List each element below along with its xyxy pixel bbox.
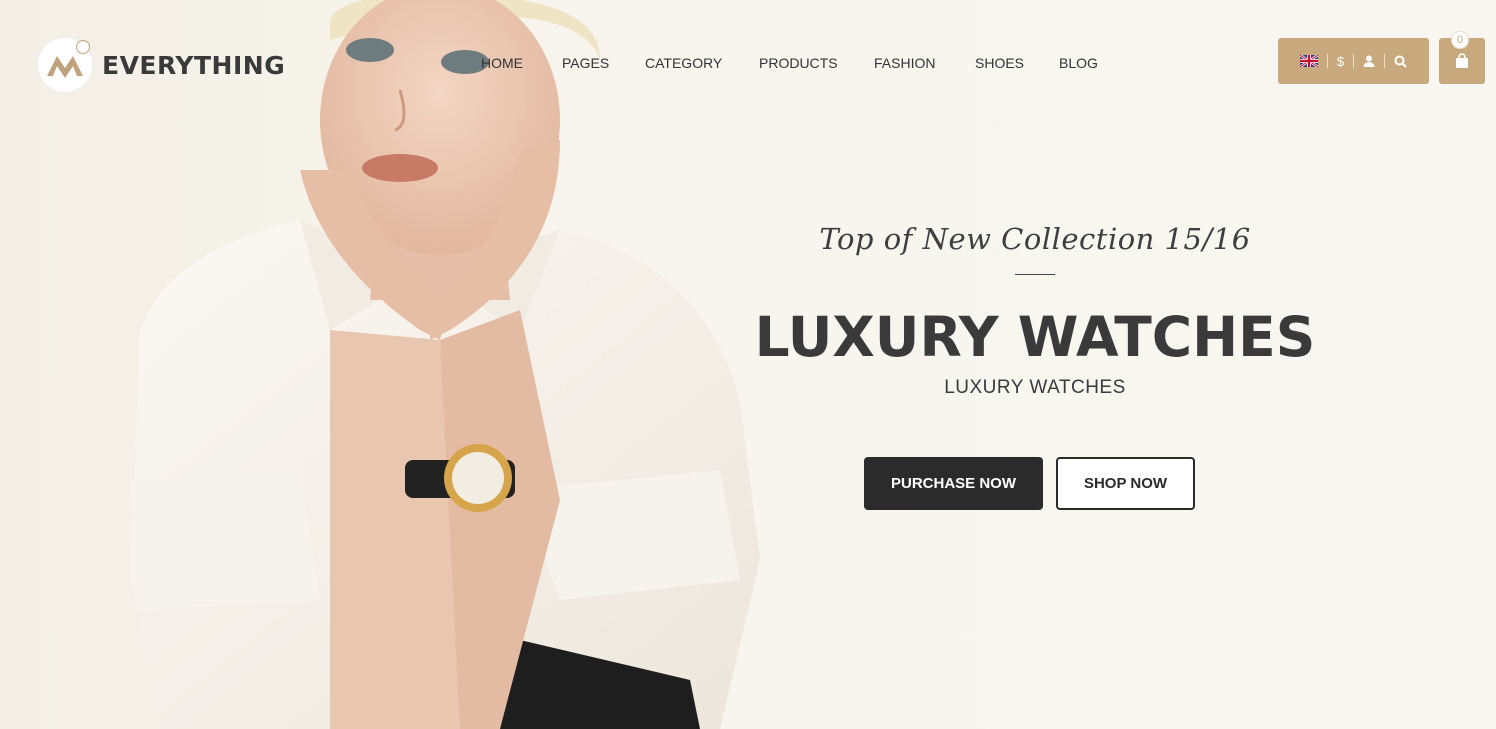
search-icon: [1394, 55, 1407, 68]
shop-now-button[interactable]: SHOP NOW: [1056, 457, 1195, 510]
toolbar-divider: [1384, 54, 1386, 68]
toolbar-divider: [1353, 54, 1355, 68]
search-button[interactable]: [1394, 55, 1407, 68]
logo-m-icon: [38, 38, 92, 92]
nav-item-blog[interactable]: BLOG: [1059, 55, 1098, 71]
account-button[interactable]: [1363, 55, 1375, 67]
logo-text: EVERYTHING: [102, 50, 286, 80]
nav-item-category[interactable]: CATEGORY: [645, 55, 722, 71]
site-logo[interactable]: EVERYTHING: [38, 38, 285, 92]
language-selector[interactable]: [1299, 55, 1318, 67]
header-toolbar: $: [1278, 38, 1429, 84]
currency-selector[interactable]: $: [1337, 54, 1344, 69]
user-icon: [1363, 55, 1375, 67]
hero-model-image: [130, 0, 760, 729]
nav-item-pages[interactable]: PAGES: [562, 55, 609, 71]
nav-item-home[interactable]: HOME: [481, 55, 523, 71]
hero-subline: LUXURY WATCHES: [944, 377, 1126, 398]
hero-divider: [1015, 274, 1055, 275]
shopping-bag-icon: [1456, 53, 1468, 68]
hero-tagline: Top of New Collection 15/16: [819, 222, 1251, 256]
uk-flag-icon: [1299, 55, 1318, 67]
purchase-now-button[interactable]: PURCHASE NOW: [864, 457, 1043, 510]
cart-count-badge: 0: [1451, 31, 1469, 49]
nav-item-shoes[interactable]: SHOES: [975, 55, 1024, 71]
nav-item-products[interactable]: PRODUCTS: [759, 55, 838, 71]
toolbar-divider: [1326, 54, 1328, 68]
nav-item-fashion[interactable]: FASHION: [874, 55, 935, 71]
hero-headline: LUXURY WATCHES: [754, 305, 1316, 369]
logo-badge-icon: [76, 40, 90, 54]
